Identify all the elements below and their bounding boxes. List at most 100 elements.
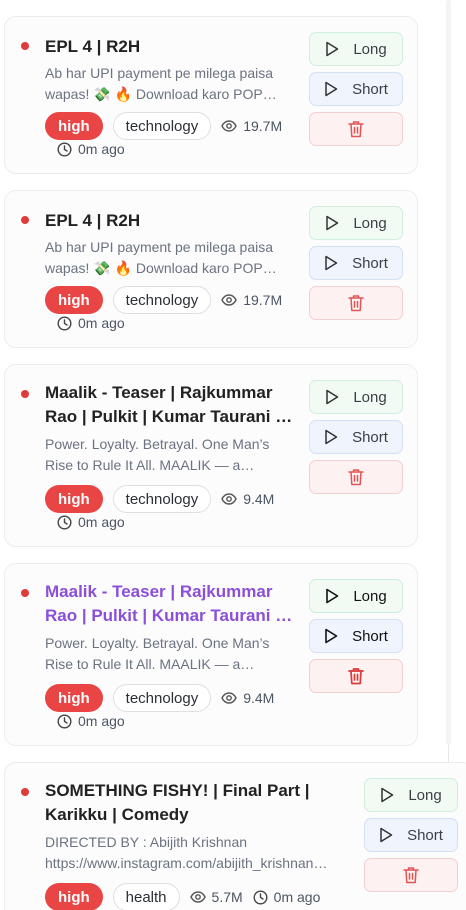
short-button[interactable]: Short: [309, 420, 403, 454]
play-icon: [326, 215, 339, 231]
priority-badge: high: [45, 112, 103, 140]
video-description: DIRECTED BY : Abijith Krishnan https://w…: [45, 834, 328, 871]
long-button[interactable]: Long: [364, 778, 458, 812]
video-list: EPL 4 | R2H Ab har UPI payment pe milega…: [0, 0, 466, 910]
trash-icon: [348, 469, 364, 486]
eye-icon: [221, 692, 238, 704]
views-text: 19.7M: [243, 118, 283, 134]
long-button[interactable]: Long: [309, 380, 403, 414]
clock-icon: [57, 141, 72, 157]
eye-icon: [221, 120, 238, 132]
time-ago: 0m ago: [57, 713, 125, 729]
views-text: 19.7M: [243, 292, 283, 308]
view-count: 9.4M: [221, 491, 274, 507]
category-badge: technology: [112, 112, 212, 140]
video-description: Ab har UPI payment pe milega paisa wapas…: [45, 65, 277, 102]
long-button-label: Long: [353, 388, 387, 406]
view-count: 5.7M: [189, 889, 243, 905]
view-count: 9.4M: [221, 690, 274, 706]
eye-icon: [221, 294, 238, 306]
delete-button[interactable]: [309, 112, 403, 146]
short-button[interactable]: Short: [309, 619, 403, 653]
short-button-label: Short: [352, 254, 388, 272]
time-ago-text: 0m ago: [78, 713, 125, 729]
video-card[interactable]: Maalik - Teaser | Rajkummar Rao | Pulkit…: [4, 364, 418, 547]
scrollbar-thumb[interactable]: [446, 0, 451, 745]
short-button[interactable]: Short: [364, 818, 458, 852]
play-icon: [325, 81, 338, 97]
short-button[interactable]: Short: [309, 246, 403, 280]
time-ago-text: 0m ago: [78, 315, 125, 331]
meta-row: high technology 9.4M: [45, 485, 274, 513]
play-icon: [380, 827, 393, 843]
priority-badge: high: [45, 883, 103, 910]
video-card[interactable]: EPL 4 | R2H Ab har UPI payment pe milega…: [4, 16, 418, 174]
play-icon: [325, 429, 338, 445]
long-button-label: Long: [353, 587, 387, 605]
delete-button[interactable]: [309, 460, 403, 494]
clock-icon: [57, 315, 72, 331]
clock-icon: [57, 514, 72, 530]
priority-badge: high: [45, 485, 103, 513]
trash-icon: [348, 668, 364, 685]
eye-icon: [189, 891, 206, 903]
long-button[interactable]: Long: [309, 579, 403, 613]
category-badge: technology: [112, 684, 212, 712]
short-button-label: Short: [352, 627, 388, 645]
delete-button[interactable]: [364, 858, 458, 892]
short-button-label: Short: [352, 428, 388, 446]
short-button-label: Short: [407, 826, 443, 844]
video-card[interactable]: Maalik - Teaser | Rajkummar Rao | Pulkit…: [4, 563, 418, 746]
video-card[interactable]: EPL 4 | R2H Ab har UPI payment pe milega…: [4, 190, 418, 348]
clock-icon: [253, 889, 268, 905]
status-dot: [21, 42, 29, 50]
delete-button[interactable]: [309, 286, 403, 320]
video-title: EPL 4 | R2H: [45, 211, 141, 230]
trash-icon: [403, 867, 419, 884]
views-text: 5.7M: [211, 889, 243, 905]
status-dot: [21, 788, 29, 796]
status-dot: [21, 589, 29, 597]
views-text: 9.4M: [243, 690, 275, 706]
long-button[interactable]: Long: [309, 206, 403, 240]
video-title[interactable]: Maalik - Teaser | Rajkummar Rao | Pulkit…: [45, 580, 295, 628]
video-title: Maalik - Teaser | Rajkummar Rao | Pulkit…: [45, 383, 293, 426]
views-text: 9.4M: [243, 491, 275, 507]
priority-badge: high: [45, 286, 103, 314]
category-badge: technology: [112, 485, 212, 513]
play-icon: [325, 255, 338, 271]
eye-icon: [221, 493, 238, 505]
meta-row: high technology 19.7M: [45, 112, 282, 140]
trash-icon: [348, 295, 364, 312]
view-count: 19.7M: [221, 292, 282, 308]
time-ago: 0m ago: [253, 889, 320, 905]
time-ago-text: 0m ago: [78, 514, 125, 530]
video-description: Power. Loyalty. Betrayal. One Man’s Rise…: [45, 436, 270, 473]
meta-row: high health 5.7M 0m ago: [45, 883, 320, 910]
time-ago: 0m ago: [57, 315, 125, 331]
video-card[interactable]: SOMETHING FISHY! | Final Part | Karikku …: [4, 762, 466, 910]
video-title: EPL 4 | R2H: [45, 37, 141, 56]
time-ago-text: 0m ago: [78, 141, 125, 157]
trash-icon: [348, 121, 364, 138]
long-button-label: Long: [353, 214, 387, 232]
long-button[interactable]: Long: [309, 32, 403, 66]
short-button-label: Short: [352, 80, 388, 98]
time-ago: 0m ago: [57, 514, 125, 530]
play-icon: [326, 41, 339, 57]
video-description: Power. Loyalty. Betrayal. One Man’s Rise…: [45, 635, 270, 672]
play-icon: [325, 628, 338, 644]
view-count: 19.7M: [221, 118, 282, 134]
play-icon: [381, 787, 394, 803]
delete-button[interactable]: [309, 659, 403, 693]
category-badge: health: [112, 883, 180, 910]
meta-row: high technology 19.7M: [45, 286, 282, 314]
meta-row: high technology 9.4M: [45, 684, 274, 712]
clock-icon: [57, 713, 72, 729]
long-button-label: Long: [353, 40, 387, 58]
status-dot: [21, 216, 29, 224]
short-button[interactable]: Short: [309, 72, 403, 106]
time-ago: 0m ago: [57, 141, 125, 157]
video-description: Ab har UPI payment pe milega paisa wapas…: [45, 239, 277, 276]
play-icon: [326, 389, 339, 405]
